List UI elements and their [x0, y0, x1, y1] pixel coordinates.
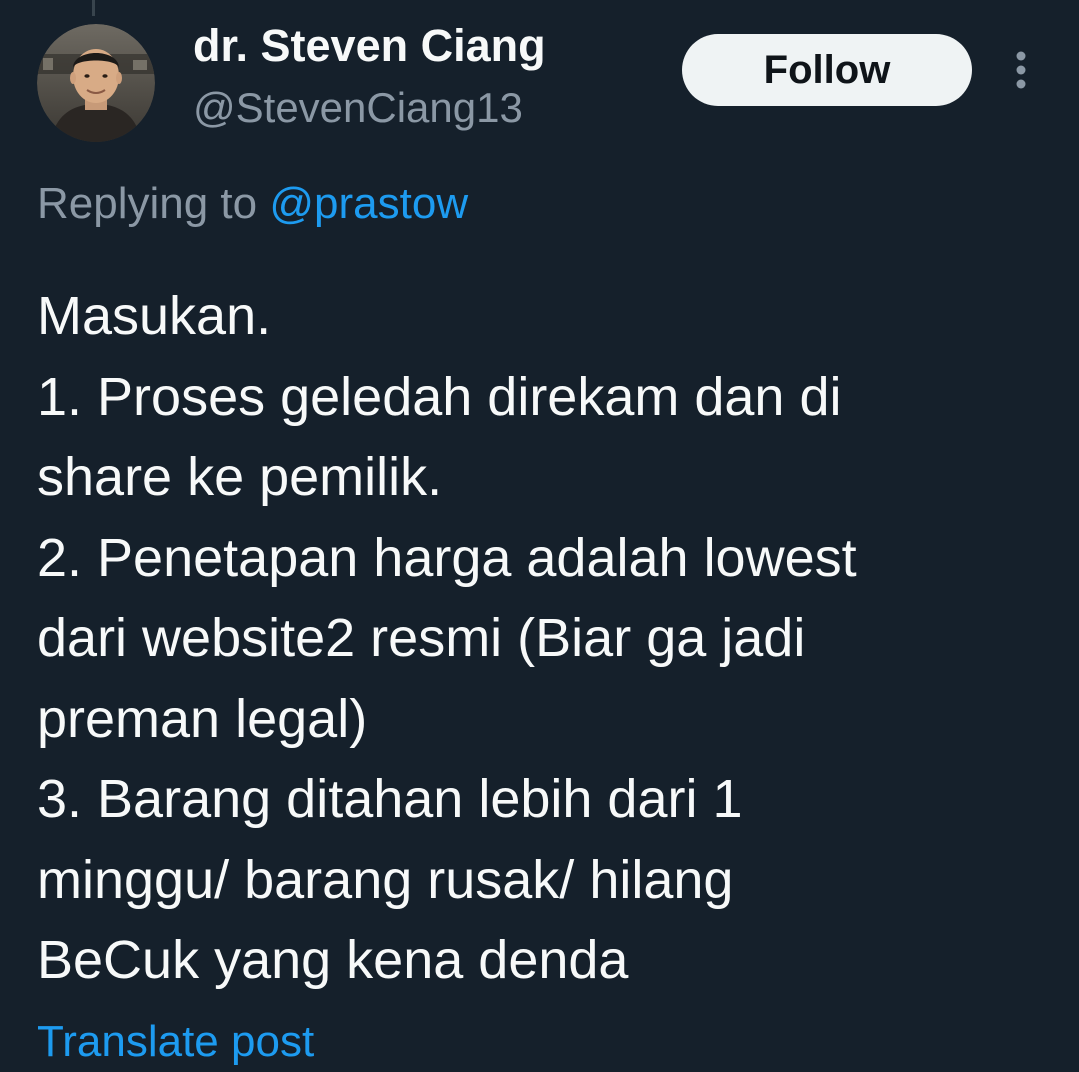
replying-to-label: Replying to [37, 179, 270, 228]
translate-post-link[interactable]: Translate post [37, 1016, 314, 1069]
post-text-line: minggu/ barang rusak/ hilang [37, 849, 734, 910]
avatar[interactable] [37, 24, 155, 142]
thread-connector-line [92, 0, 95, 16]
avatar-photo [37, 24, 155, 142]
reply-mention-link[interactable]: @prastow [269, 179, 468, 228]
vertical-ellipsis-icon[interactable] [1004, 50, 1038, 92]
replying-to-line: Replying to @prastow [37, 178, 468, 231]
post-text-line: Masukan. [37, 286, 272, 346]
post-text-line: BeCuk yang kena denda [37, 930, 629, 990]
post-text-line: preman legal) [37, 688, 368, 749]
post-text-line: 3. Barang ditahan lebih dari 1 [37, 769, 743, 829]
post-text-line: 2. Penetapan harga adalah lowest [37, 527, 857, 588]
author-display-name[interactable]: dr. Steven Ciang [193, 20, 546, 72]
follow-button[interactable]: Follow [682, 34, 972, 106]
post-text-line: 1. Proses geledah direkam dan di [37, 366, 842, 427]
author-handle[interactable]: @StevenCiang13 [193, 83, 523, 133]
post-text-line: share ke pemilik. [37, 447, 443, 507]
post-text-line: dari website2 resmi (Biar ga jadi [37, 608, 806, 668]
post-text: Masukan. 1. Proses geledah direkam dan d… [37, 276, 1037, 1001]
